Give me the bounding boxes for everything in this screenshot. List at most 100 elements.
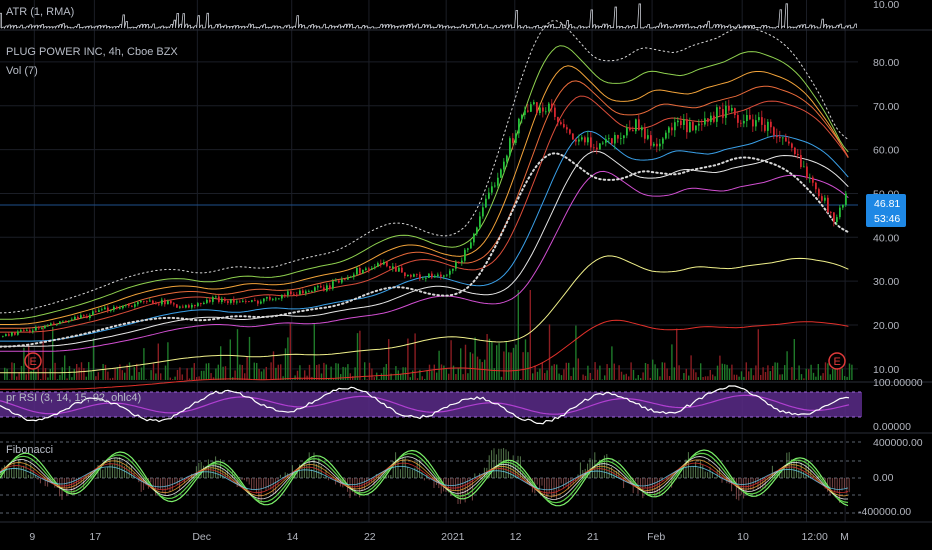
candle-body — [122, 305, 124, 309]
candle-body — [290, 291, 292, 295]
candle-body — [311, 291, 313, 292]
candle-body — [758, 117, 760, 121]
y-tick-label: 20.00 — [873, 320, 899, 332]
volume-bar — [572, 367, 575, 380]
candle-body — [227, 301, 229, 303]
volume-bar — [656, 368, 659, 380]
candle-body — [161, 299, 163, 305]
volume-bar — [527, 352, 529, 380]
candle-body — [830, 212, 832, 213]
volume-bar — [796, 379, 798, 380]
volume-bar — [155, 373, 157, 380]
candle-body — [5, 334, 7, 336]
volume-bar — [270, 362, 272, 380]
volume-bar — [133, 367, 135, 380]
candle-body — [824, 197, 826, 201]
volume-bar — [354, 367, 356, 380]
volume-bar — [340, 374, 342, 380]
x-tick-label: 2021 — [441, 531, 465, 543]
candle-body — [713, 115, 715, 122]
volume-bar — [824, 362, 827, 380]
volume-bar — [565, 362, 567, 380]
candle-body — [128, 304, 130, 306]
volume-bar — [488, 338, 491, 380]
volume-bar — [364, 362, 366, 380]
candle-body — [44, 326, 46, 329]
volume-bar — [412, 370, 414, 380]
volume-bar — [102, 363, 104, 380]
volume-bar — [724, 364, 726, 380]
candle-body — [761, 117, 763, 125]
volume-bar — [455, 374, 457, 380]
volume-bar — [589, 372, 591, 380]
volume-bar — [515, 344, 517, 380]
volume-bar — [491, 341, 493, 380]
candle-body — [80, 315, 82, 319]
volume-bar — [793, 339, 795, 380]
volume-bar — [256, 362, 258, 380]
volume-bar — [52, 326, 54, 380]
volume-bar — [697, 377, 699, 380]
candle-body — [146, 301, 148, 302]
candle-body — [842, 204, 844, 208]
volume-bar — [745, 362, 747, 380]
candle-body — [461, 260, 463, 263]
volume-bar — [623, 374, 625, 380]
candle-body — [26, 330, 28, 332]
candle-body — [314, 287, 316, 292]
volume-bar — [740, 371, 743, 380]
candle-body — [209, 299, 211, 302]
candle-body — [536, 102, 538, 113]
countdown: 53:46 — [874, 213, 900, 225]
candle-body — [704, 118, 706, 125]
candle-body — [548, 103, 550, 112]
price-badge[interactable]: 46.81 53:46 — [866, 194, 906, 227]
volume-bar — [378, 379, 380, 380]
volume-bar — [176, 369, 179, 380]
chart-container[interactable]: 80.0070.0060.0050.0040.0030.0020.0010.00… — [0, 0, 932, 550]
volume-bar — [544, 373, 546, 380]
candle-body — [59, 321, 61, 325]
volume-bar — [659, 376, 661, 380]
volume-bar — [781, 374, 783, 380]
volume-bar — [193, 363, 195, 380]
volume-bar — [169, 377, 171, 380]
candle-body — [521, 114, 523, 119]
volume-bar — [200, 370, 203, 380]
volume-bar — [54, 362, 56, 380]
volume-bar — [805, 368, 807, 380]
candle-body — [734, 108, 736, 116]
volume-bar — [217, 364, 219, 380]
volume-bar — [647, 363, 649, 380]
volume-bar — [90, 371, 92, 380]
volume-bar — [786, 351, 788, 380]
volume-bar — [68, 366, 71, 380]
volume-bar — [424, 378, 426, 380]
trading-chart[interactable]: 80.0070.0060.0050.0040.0030.0020.0010.00… — [0, 0, 932, 550]
candle-body — [425, 277, 427, 279]
volume-bar — [800, 374, 803, 380]
candle-body — [497, 177, 499, 186]
volume-bar — [121, 370, 123, 380]
candle-body — [590, 137, 592, 148]
volume-bar — [520, 379, 522, 380]
volume-bar — [716, 365, 719, 380]
volume-bar — [203, 370, 205, 380]
candle-body — [794, 147, 796, 155]
candle-body — [671, 127, 673, 131]
candle-body — [224, 298, 226, 302]
candle-body — [38, 327, 40, 329]
candle-body — [803, 166, 805, 168]
candle-body — [845, 193, 847, 205]
candle-body — [320, 286, 322, 288]
volume-bar — [416, 378, 419, 380]
volume-bar — [493, 368, 495, 380]
volume-bar — [652, 359, 654, 380]
candle-body — [800, 155, 802, 168]
candle-body — [317, 286, 319, 288]
volume-bar — [140, 367, 143, 380]
volume-bar — [592, 379, 594, 380]
volume-bar — [124, 372, 126, 380]
candle-body — [305, 291, 307, 294]
volume-bar — [229, 339, 231, 380]
